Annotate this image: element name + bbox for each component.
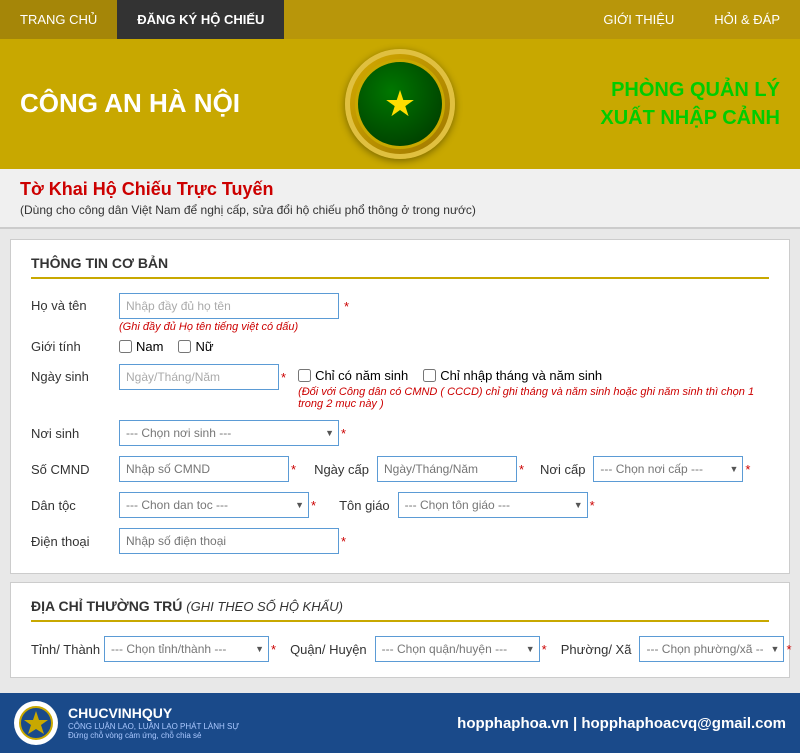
phuong-required: *	[786, 642, 791, 657]
noi-sinh-select[interactable]: --- Chọn nơi sinh ---	[119, 420, 339, 446]
nam-option[interactable]: Nam	[119, 339, 163, 354]
basic-info-title: THÔNG TIN CƠ BẢN	[31, 255, 769, 279]
phuong-select[interactable]: --- Chọn phường/xã ---	[639, 636, 784, 662]
nav-trang-chu[interactable]: TRANG CHỦ	[0, 0, 117, 39]
chi-nhap-thang-checkbox[interactable]	[423, 369, 436, 382]
ngay-cap-label: Ngày cấp	[304, 462, 369, 477]
header-emblem: ★	[340, 49, 460, 159]
dan-toc-label: Dân tộc	[31, 498, 111, 513]
ton-giao-required: *	[590, 498, 595, 513]
footer-logo-circle	[14, 701, 58, 745]
ho-ten-required: *	[344, 299, 349, 314]
gioi-tinh-label: Giới tính	[31, 339, 111, 354]
noi-cap-required: *	[745, 462, 750, 477]
nu-label: Nữ	[195, 339, 213, 354]
tinh-label: Tỉnh/ Thành	[31, 642, 96, 657]
footer-tagline: Đứng chỗ vòng cảm ứng, chỗ chia sẻ	[68, 731, 239, 741]
ton-giao-select[interactable]: --- Chọn tôn giáo ---	[398, 492, 588, 518]
ho-ten-label: Họ và tên	[31, 293, 111, 313]
ngay-sinh-label: Ngày sinh	[31, 364, 111, 384]
footer-logo: CHUCVINHQUY CÔNG LUẬN LẠO, LUẬN LẠO PHÁT…	[14, 701, 239, 745]
ngay-sinh-input[interactable]	[119, 364, 279, 390]
dien-thoai-input[interactable]	[119, 528, 339, 554]
chi-nhap-thang-label: Chỉ nhập tháng và năm sinh	[440, 368, 602, 383]
nam-label: Nam	[136, 339, 163, 354]
sub-header-subtitle: (Dùng cho công dân Việt Nam để nghị cấp,…	[20, 203, 780, 217]
noi-sinh-label: Nơi sinh	[31, 426, 111, 441]
chi-co-nam-sinh-option[interactable]: Chỉ có năm sinh	[298, 368, 408, 383]
ton-giao-label: Tôn giáo	[324, 498, 390, 513]
dan-toc-select[interactable]: --- Chon dan toc ---	[119, 492, 309, 518]
address-title: ĐỊA CHỈ THƯỜNG TRÚ (ghi theo số Hộ Khẩu)	[31, 598, 769, 622]
footer-brand: CHUCVINHQUY	[68, 705, 239, 722]
header-left-title: CÔNG AN HÀ NỘI	[20, 88, 340, 119]
nu-option[interactable]: Nữ	[178, 339, 213, 354]
so-cmnd-label: Số CMND	[31, 462, 111, 477]
noi-sinh-required: *	[341, 426, 346, 441]
tinh-required: *	[271, 642, 276, 657]
footer: CHUCVINHQUY CÔNG LUẬN LẠO, LUẬN LẠO PHÁT…	[0, 693, 800, 753]
tinh-select[interactable]: --- Chọn tỉnh/thành ---	[104, 636, 269, 662]
header-right-title: PHÒNG QUẢN LÝ XUẤT NHẬP CẢNH	[460, 76, 780, 132]
quan-label: Quận/ Huyện	[284, 642, 367, 657]
address-title-italic: (ghi theo số Hộ Khẩu)	[186, 599, 343, 614]
ngay-cap-input[interactable]	[377, 456, 517, 482]
so-cmnd-required: *	[291, 462, 296, 477]
ngay-sinh-required: *	[281, 370, 286, 385]
ngay-cap-required: *	[519, 462, 524, 477]
noi-cap-select[interactable]: --- Chọn nơi cấp ---	[593, 456, 743, 482]
ngay-sinh-note: (Đối với Công dân có CMND ( CCCD) chỉ gh…	[298, 386, 769, 410]
dan-toc-required: *	[311, 498, 316, 513]
sub-header-title: Tờ Khai Hộ Chiếu Trực Tuyến	[20, 179, 780, 200]
phuong-label: Phường/ Xã	[555, 642, 632, 657]
ho-ten-error: (Ghi đầy đủ Họ tên tiếng việt có dấu)	[119, 321, 769, 333]
so-cmnd-input[interactable]	[119, 456, 289, 482]
footer-contact: hopphaphoa.vn | hopphaphoacvq@gmail.com	[457, 715, 786, 732]
nu-checkbox[interactable]	[178, 340, 191, 353]
noi-cap-label: Nơi cấp	[532, 462, 585, 477]
quan-select[interactable]: --- Chọn quận/huyện ---	[375, 636, 540, 662]
sub-header: Tờ Khai Hộ Chiếu Trực Tuyến (Dùng cho cô…	[0, 169, 800, 229]
dien-thoai-label: Điện thoại	[31, 534, 111, 549]
nav-gioi-thieu[interactable]: GIỚI THIỆU	[583, 0, 694, 39]
chi-co-nam-sinh-label: Chỉ có năm sinh	[315, 368, 408, 383]
footer-sub-brand: CÔNG LUẬN LẠO, LUẬN LẠO PHÁT LÀNH SỰ	[68, 722, 239, 732]
chi-nhap-thang-option[interactable]: Chỉ nhập tháng và năm sinh	[423, 368, 602, 383]
chi-co-nam-sinh-checkbox[interactable]	[298, 369, 311, 382]
quan-required: *	[542, 642, 547, 657]
dien-thoai-required: *	[341, 534, 346, 549]
nam-checkbox[interactable]	[119, 340, 132, 353]
nav-dang-ky[interactable]: ĐĂNG KÝ HỘ CHIẾU	[117, 0, 284, 39]
ho-ten-input[interactable]	[119, 293, 339, 319]
nav-hoi-dap[interactable]: HỎI & ĐÁP	[694, 0, 800, 39]
